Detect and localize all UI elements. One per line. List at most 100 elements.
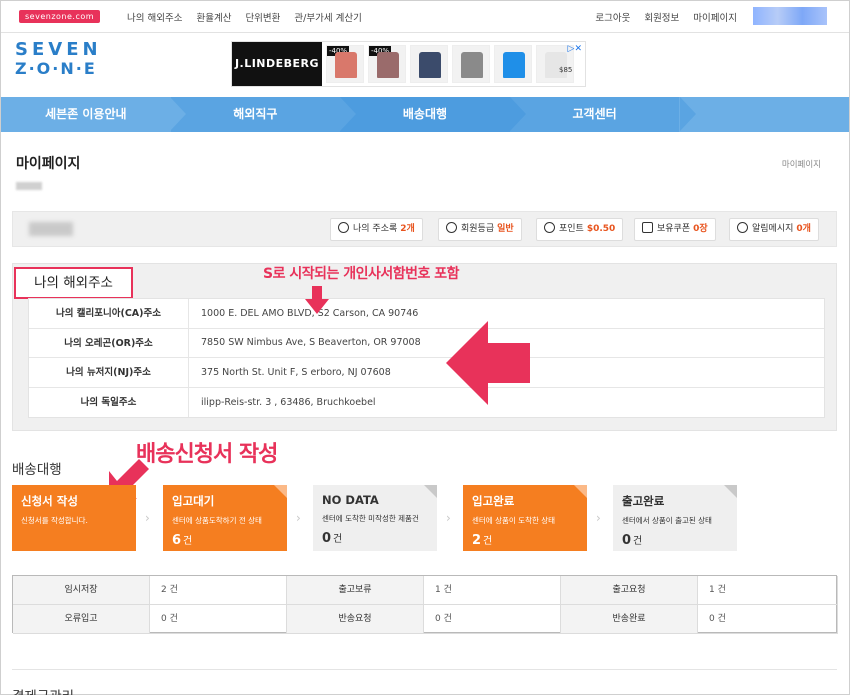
pill-label: 포인트 [559, 224, 584, 234]
nav-item-direct-purchase[interactable]: 해외직구 [170, 97, 341, 132]
ad-product-5[interactable] [494, 45, 532, 83]
step-title: 입고대기 [172, 494, 215, 508]
address-value[interactable]: 7850 SW Nimbus Ave, S Beaverton, OR 9700… [189, 337, 421, 348]
chevron-right-icon: › [296, 511, 301, 525]
summary-value[interactable]: 0 건 [424, 605, 561, 634]
nav-item-customer-center[interactable]: 고객센터 [509, 97, 680, 132]
top-link-tax-calculator[interactable]: 관/부가세 계산기 [294, 10, 361, 24]
main-nav: 세븐존 이용안내 해외직구 배송대행 고객센터 [1, 97, 849, 132]
top-link-overseas-address[interactable]: 나의 해외주소 [127, 10, 182, 24]
annotation-arrow-down-icon [305, 286, 329, 314]
ad-product-image [377, 52, 399, 78]
nav-item-empty [679, 97, 849, 132]
step-write-request[interactable]: 신청서 작성 신청서를 작성합니다. [12, 485, 136, 551]
ad-product-1[interactable]: -40% [326, 45, 364, 83]
step-shipped[interactable]: 출고완료 센터에서 상품이 출고된 상태 0건 [613, 485, 737, 551]
top-link-unit-convert[interactable]: 단위변환 [245, 10, 280, 24]
overseas-address-title: 나의 해외주소 [14, 267, 133, 299]
summary-value[interactable]: 0 건 [150, 605, 287, 634]
address-row: 나의 독일주소 ilipp-Reis-str. 3 , 63486, Bruch… [29, 387, 824, 417]
summary-value[interactable]: 0 건 [698, 605, 838, 634]
summary-value[interactable]: 1 건 [424, 576, 561, 605]
address-label: 나의 뉴저지(NJ)주소 [29, 358, 189, 387]
speech-bubble-icon [737, 222, 748, 233]
summary-value[interactable]: 1 건 [698, 576, 838, 605]
top-link-mypage[interactable]: 마이페이지 [693, 10, 737, 24]
point-pill[interactable]: 포인트 $0.50 [536, 218, 624, 241]
notification-pill[interactable]: 알림메시지 0개 [729, 218, 819, 241]
top-nav-left: 나의 해외주소 환율계산 단위변환 관/부가세 계산기 [127, 10, 376, 24]
step-title: 신청서 작성 [21, 494, 78, 508]
top-bar: sevenzone.com 나의 해외주소 환율계산 단위변환 관/부가세 계산… [1, 1, 849, 33]
ad-banner[interactable]: J.LINDEBERG -40% -40% $85 ▷✕ [231, 41, 586, 87]
address-row: 나의 뉴저지(NJ)주소 375 North St. Unit F, S erb… [29, 358, 824, 388]
step-desc: 센터에 상품도착하기 전 상태 [172, 516, 262, 525]
address-value[interactable]: 375 North St. Unit F, S erboro, NJ 07608 [189, 367, 391, 378]
pill-value: $0.50 [586, 224, 616, 234]
step-desc: 센터에 상품이 도착한 상태 [472, 516, 556, 525]
address-book-pill[interactable]: 나의 주소록 2개 [330, 218, 423, 241]
breadcrumb[interactable]: 마이페이지 [782, 158, 821, 170]
summary-value[interactable]: 2 건 [150, 576, 287, 605]
redacted-user-id [16, 182, 42, 190]
ad-choices-icon[interactable]: ▷✕ [568, 44, 582, 54]
pill-label: 회원등급 [461, 224, 495, 234]
ad-product-image [545, 52, 567, 78]
chevron-right-icon: › [596, 511, 601, 525]
ad-product-image [503, 52, 525, 78]
member-grade-pill[interactable]: 회원등급 일반 [438, 218, 522, 241]
step-no-data[interactable]: NO DATA 센터에 도착한 미작성한 제품건 0건 [313, 485, 437, 551]
status-summary-table: 임시저장 2 건 출고보류 1 건 출고요청 1 건 오류입고 0 건 반송요청… [12, 575, 838, 634]
member-info-bar: 나의 주소록 2개 회원등급 일반 포인트 $0.50 보유쿠폰 0장 알림메시지 0개 [12, 211, 837, 247]
overseas-address-box: 나의 해외주소 나의 캘리포니아(CA)주소 1000 E. DEL AMO B… [12, 263, 837, 431]
coupon-pill[interactable]: 보유쿠폰 0장 [634, 218, 716, 241]
delivery-steps: 신청서 작성 신청서를 작성합니다. › 입고대기 센터에 상품도착하기 전 상… [12, 485, 838, 551]
chevron-right-icon: › [446, 511, 451, 525]
summary-key: 반송요청 [287, 605, 424, 634]
ad-product-4[interactable] [452, 45, 490, 83]
step-corner [574, 485, 587, 498]
pill-label: 보유쿠폰 [657, 224, 691, 234]
summary-key: 출고요청 [561, 576, 698, 605]
nav-separator-arrow [170, 97, 186, 131]
step-arrival-complete[interactable]: 입고완료 센터에 상품이 도착한 상태 2건 [463, 485, 587, 551]
nav-item-delivery[interactable]: 배송대행 [340, 97, 510, 132]
step-awaiting-arrival[interactable]: 입고대기 센터에 상품도착하기 전 상태 6건 [163, 485, 287, 551]
step-count: 2건 [472, 532, 578, 548]
nav-separator-arrow [680, 97, 696, 131]
step-title: 출고완료 [622, 494, 665, 508]
redacted-user-name [753, 7, 827, 25]
step-count: 0건 [622, 532, 728, 548]
delivery-section-title: 배송대행 [12, 462, 62, 478]
pill-value: 2개 [400, 224, 415, 234]
dollar-icon [544, 222, 555, 233]
top-link-member-info[interactable]: 회원정보 [644, 10, 679, 24]
ad-brand: J.LINDEBERG [232, 42, 322, 86]
top-link-logout[interactable]: 로그아웃 [595, 10, 630, 24]
brand-badge[interactable]: sevenzone.com [19, 10, 101, 23]
pill-value: 0개 [796, 224, 811, 234]
pill-value: 일반 [497, 224, 514, 234]
step-desc: 센터에 도착한 미작성한 제품건 [322, 514, 419, 523]
address-value[interactable]: 1000 E. DEL AMO BLVD, S2 Carson, CA 9074… [189, 308, 418, 319]
step-count-number: 6 [172, 533, 182, 548]
ad-product-2[interactable]: -40% [368, 45, 406, 83]
ad-product-3[interactable] [410, 45, 448, 83]
ad-product-image [335, 52, 357, 78]
address-value[interactable]: ilipp-Reis-str. 3 , 63486, Bruchkoebel [189, 397, 376, 408]
pill-value: 0장 [693, 224, 708, 234]
header: SEVEN Z·O·N·E J.LINDEBERG -40% -40% $85 … [1, 34, 849, 96]
annotation-write-request: 배송신청서 작성 [136, 442, 278, 467]
step-corner [424, 485, 437, 498]
address-row: 나의 오레곤(OR)주소 7850 SW Nimbus Ave, S Beave… [29, 328, 824, 358]
logo-line2: Z·O·N·E [15, 59, 97, 78]
step-corner [274, 485, 287, 498]
ad-product-image [461, 52, 483, 78]
top-link-exchange-rate[interactable]: 환율계산 [196, 10, 231, 24]
step-title: 입고완료 [472, 494, 515, 508]
annotation-arrow-left-icon [446, 321, 530, 405]
site-logo[interactable]: SEVEN Z·O·N·E [15, 40, 107, 80]
summary-key: 임시저장 [13, 576, 150, 605]
address-label: 나의 캘리포니아(CA)주소 [29, 299, 189, 328]
nav-item-guide[interactable]: 세븐존 이용안내 [1, 97, 171, 132]
